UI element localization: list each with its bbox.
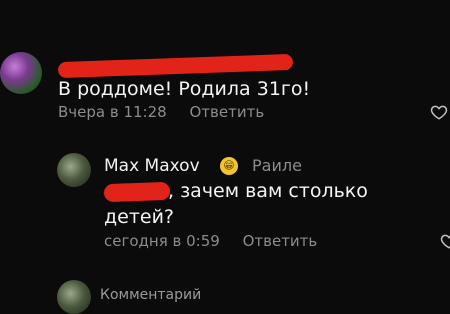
timestamp: Вчера в 11:28 (58, 103, 167, 121)
comment-1: В роддоме! Родила 31го! Вчера в 11:28 От… (0, 0, 450, 130)
heart-icon[interactable] (430, 103, 448, 121)
redacted-username (57, 53, 294, 79)
heart-icon[interactable] (440, 232, 450, 250)
partial-comment-text: Комментарий (100, 287, 202, 303)
timestamp: сегодня в 0:59 (104, 232, 220, 250)
avatar[interactable] (0, 52, 42, 94)
emoji-grin-icon: 😁 (220, 157, 238, 175)
comment-text-line1: , зачем вам столько (168, 180, 368, 202)
author-label: Раиле (252, 156, 302, 175)
comment-text: В роддоме! Родила 31го! (58, 78, 311, 100)
avatar[interactable] (57, 280, 91, 314)
avatar[interactable] (57, 153, 91, 187)
username[interactable]: Max Maxov (104, 156, 200, 176)
comment-meta: Вчера в 11:28 Ответить (58, 103, 264, 121)
redacted-mention (103, 181, 171, 203)
comment-2: Max Maxov 😁 Раиле , зачем вам столько де… (0, 140, 450, 260)
comment-meta: сегодня в 0:59 Ответить (104, 232, 317, 250)
reply-button[interactable]: Ответить (243, 232, 318, 250)
reply-button[interactable]: Ответить (189, 103, 264, 121)
comment-text-line2: детей? (104, 206, 175, 228)
